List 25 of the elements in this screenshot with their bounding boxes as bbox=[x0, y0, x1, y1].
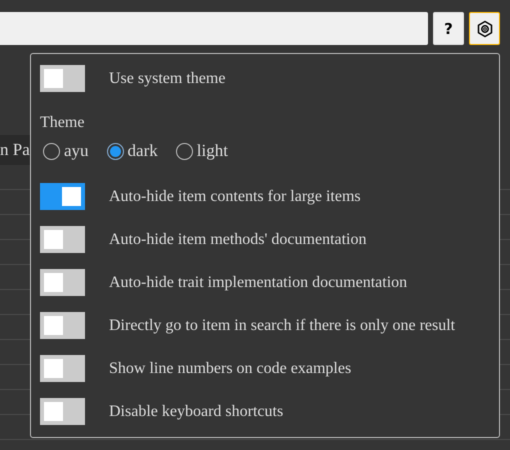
radio-button[interactable] bbox=[106, 142, 124, 160]
toggle-switch[interactable] bbox=[40, 355, 85, 382]
setting-label: Use system theme bbox=[109, 70, 226, 88]
settings-button[interactable] bbox=[469, 12, 500, 45]
radio-button[interactable] bbox=[176, 142, 193, 160]
radio-label: ayu bbox=[64, 141, 89, 161]
toggle-switch[interactable] bbox=[40, 65, 85, 92]
toggle-switch[interactable] bbox=[40, 398, 85, 425]
setting-label: Show line numbers on code examples bbox=[109, 360, 352, 378]
radio-label: dark bbox=[128, 141, 158, 161]
setting-label: Disable keyboard shortcuts bbox=[109, 402, 284, 420]
radio-button[interactable] bbox=[43, 142, 60, 160]
toggle-switch[interactable] bbox=[40, 226, 85, 253]
help-button[interactable]: ? bbox=[433, 12, 464, 45]
setting-label: Directly go to item in search if there is only one result bbox=[109, 316, 456, 334]
theme-label: Theme bbox=[40, 114, 86, 132]
setting-label: Auto-hide trait implementation documentation bbox=[109, 274, 408, 292]
setting-label: Auto-hide item contents for large items bbox=[109, 188, 361, 206]
toggle-switch[interactable] bbox=[40, 183, 85, 210]
radio-label: light bbox=[196, 141, 228, 161]
toggle-switch[interactable] bbox=[40, 312, 85, 339]
search-field[interactable] bbox=[0, 12, 428, 45]
settings-icon bbox=[476, 20, 494, 38]
toggle-switch[interactable] bbox=[40, 269, 85, 296]
setting-label: Auto-hide item methods' documentation bbox=[109, 230, 366, 248]
